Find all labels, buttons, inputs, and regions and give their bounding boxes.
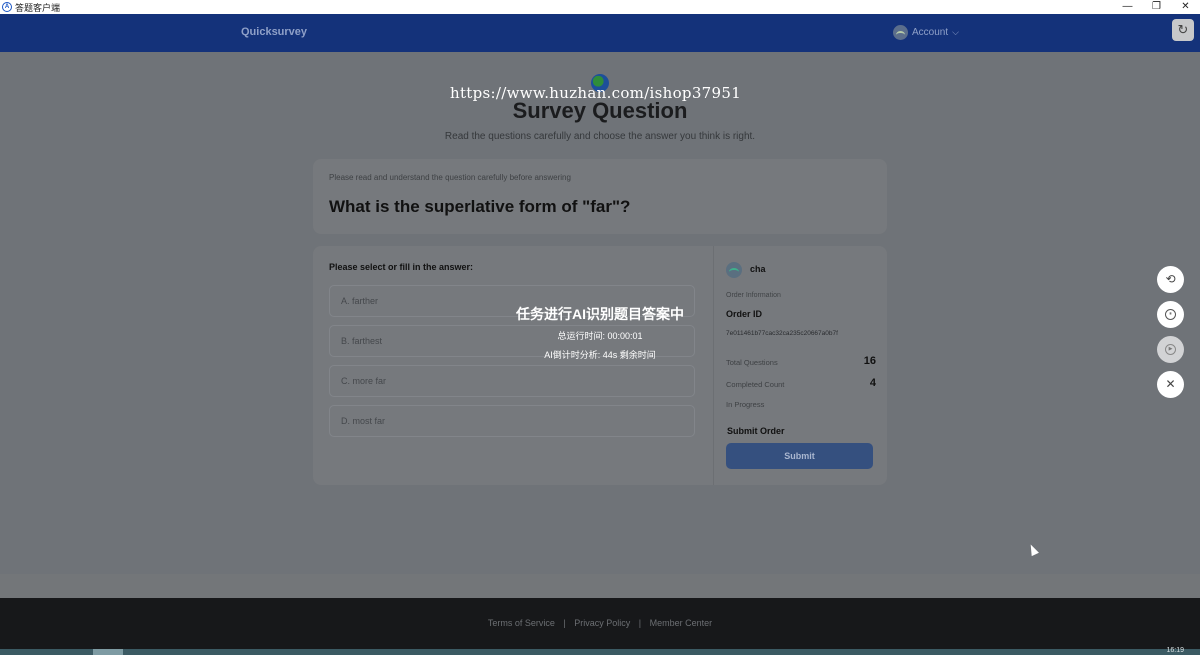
submit-button[interactable]: Submit	[726, 443, 873, 469]
footer-links: Terms of Service | Privacy Policy | Memb…	[0, 618, 1200, 628]
footer-separator: |	[563, 618, 566, 628]
user-avatar	[726, 262, 742, 278]
chevron-down-icon: ⌵	[952, 27, 959, 37]
completed-count-label: Completed Count	[726, 380, 785, 389]
order-panel: cha Order Information Order ID 7e011461b…	[726, 246, 876, 485]
close-task-button[interactable]: ✕	[1157, 371, 1184, 398]
user-name: cha	[750, 264, 766, 274]
taskbar-clock: 16:19	[1166, 647, 1184, 654]
answer-card: Please select or fill in the answer: A. …	[313, 246, 887, 485]
footer-separator: |	[638, 618, 642, 628]
page-title: Survey Question	[512, 98, 688, 123]
reload-page-button[interactable]: ↻	[1172, 19, 1194, 41]
play-icon: ▶	[1165, 344, 1176, 356]
maximize-button[interactable]: ❐	[1142, 0, 1171, 14]
window-controls: — ❐ ✕	[1113, 0, 1200, 14]
ai-runtime-text: 总运行时间: 00:00:01	[557, 331, 643, 341]
close-icon: ✕	[1165, 377, 1176, 391]
footer: Terms of Service | Privacy Policy | Memb…	[0, 598, 1200, 649]
account-label: Account	[912, 27, 949, 38]
submit-order-label: Submit Order	[727, 426, 785, 436]
question-text: What is the superlative form of "far"?	[329, 197, 631, 216]
close-window-button[interactable]: ✕	[1171, 0, 1200, 14]
pause-button[interactable]: ⏸	[1157, 301, 1184, 328]
minimize-button[interactable]: —	[1113, 0, 1142, 14]
ai-countdown-text: AI倒计时分析: 44s 剩余时间	[544, 350, 656, 360]
privacy-link[interactable]: Privacy Policy	[574, 618, 630, 628]
ai-status-title: 任务进行AI识别题目答案中	[516, 306, 684, 322]
app-icon: A	[2, 2, 12, 12]
window-titlebar: A 答题客户端 — ❐ ✕	[0, 0, 1200, 14]
answer-prompt: Please select or fill in the answer:	[329, 262, 474, 272]
question-card: Please read and understand the question …	[313, 159, 887, 234]
brand-logo[interactable]: Quicksurvey	[241, 26, 307, 38]
order-info-label: Order Information	[726, 292, 781, 299]
answer-option-c[interactable]: C. more far	[329, 365, 695, 397]
os-taskbar: 16:19	[0, 647, 1200, 655]
status-badge: In Progress	[726, 400, 765, 409]
window-title: 答题客户端	[15, 2, 61, 13]
avatar	[893, 25, 908, 40]
play-button[interactable]: ▶	[1157, 336, 1184, 363]
member-center-link[interactable]: Member Center	[650, 618, 713, 628]
answer-option-d[interactable]: D. most far	[329, 405, 695, 437]
page-subtitle: Read the questions carefully and choose …	[444, 131, 756, 142]
divider	[713, 246, 714, 485]
app-header: Quicksurvey Account ⌵ ↻	[0, 14, 1200, 52]
completed-count-value: 4	[869, 377, 876, 389]
question-hint: Please read and understand the question …	[329, 173, 571, 182]
pause-icon: ⏸	[1165, 309, 1176, 321]
content-bottom-strip	[0, 574, 1200, 598]
taskbar-app-item[interactable]	[93, 649, 123, 655]
terms-link[interactable]: Terms of Service	[488, 618, 555, 628]
rotate-icon: ⟲	[1165, 272, 1176, 286]
refresh-icon: ↻	[1177, 22, 1189, 37]
reset-button[interactable]: ⟲	[1157, 266, 1184, 293]
account-menu[interactable]: Account ⌵	[893, 25, 959, 40]
